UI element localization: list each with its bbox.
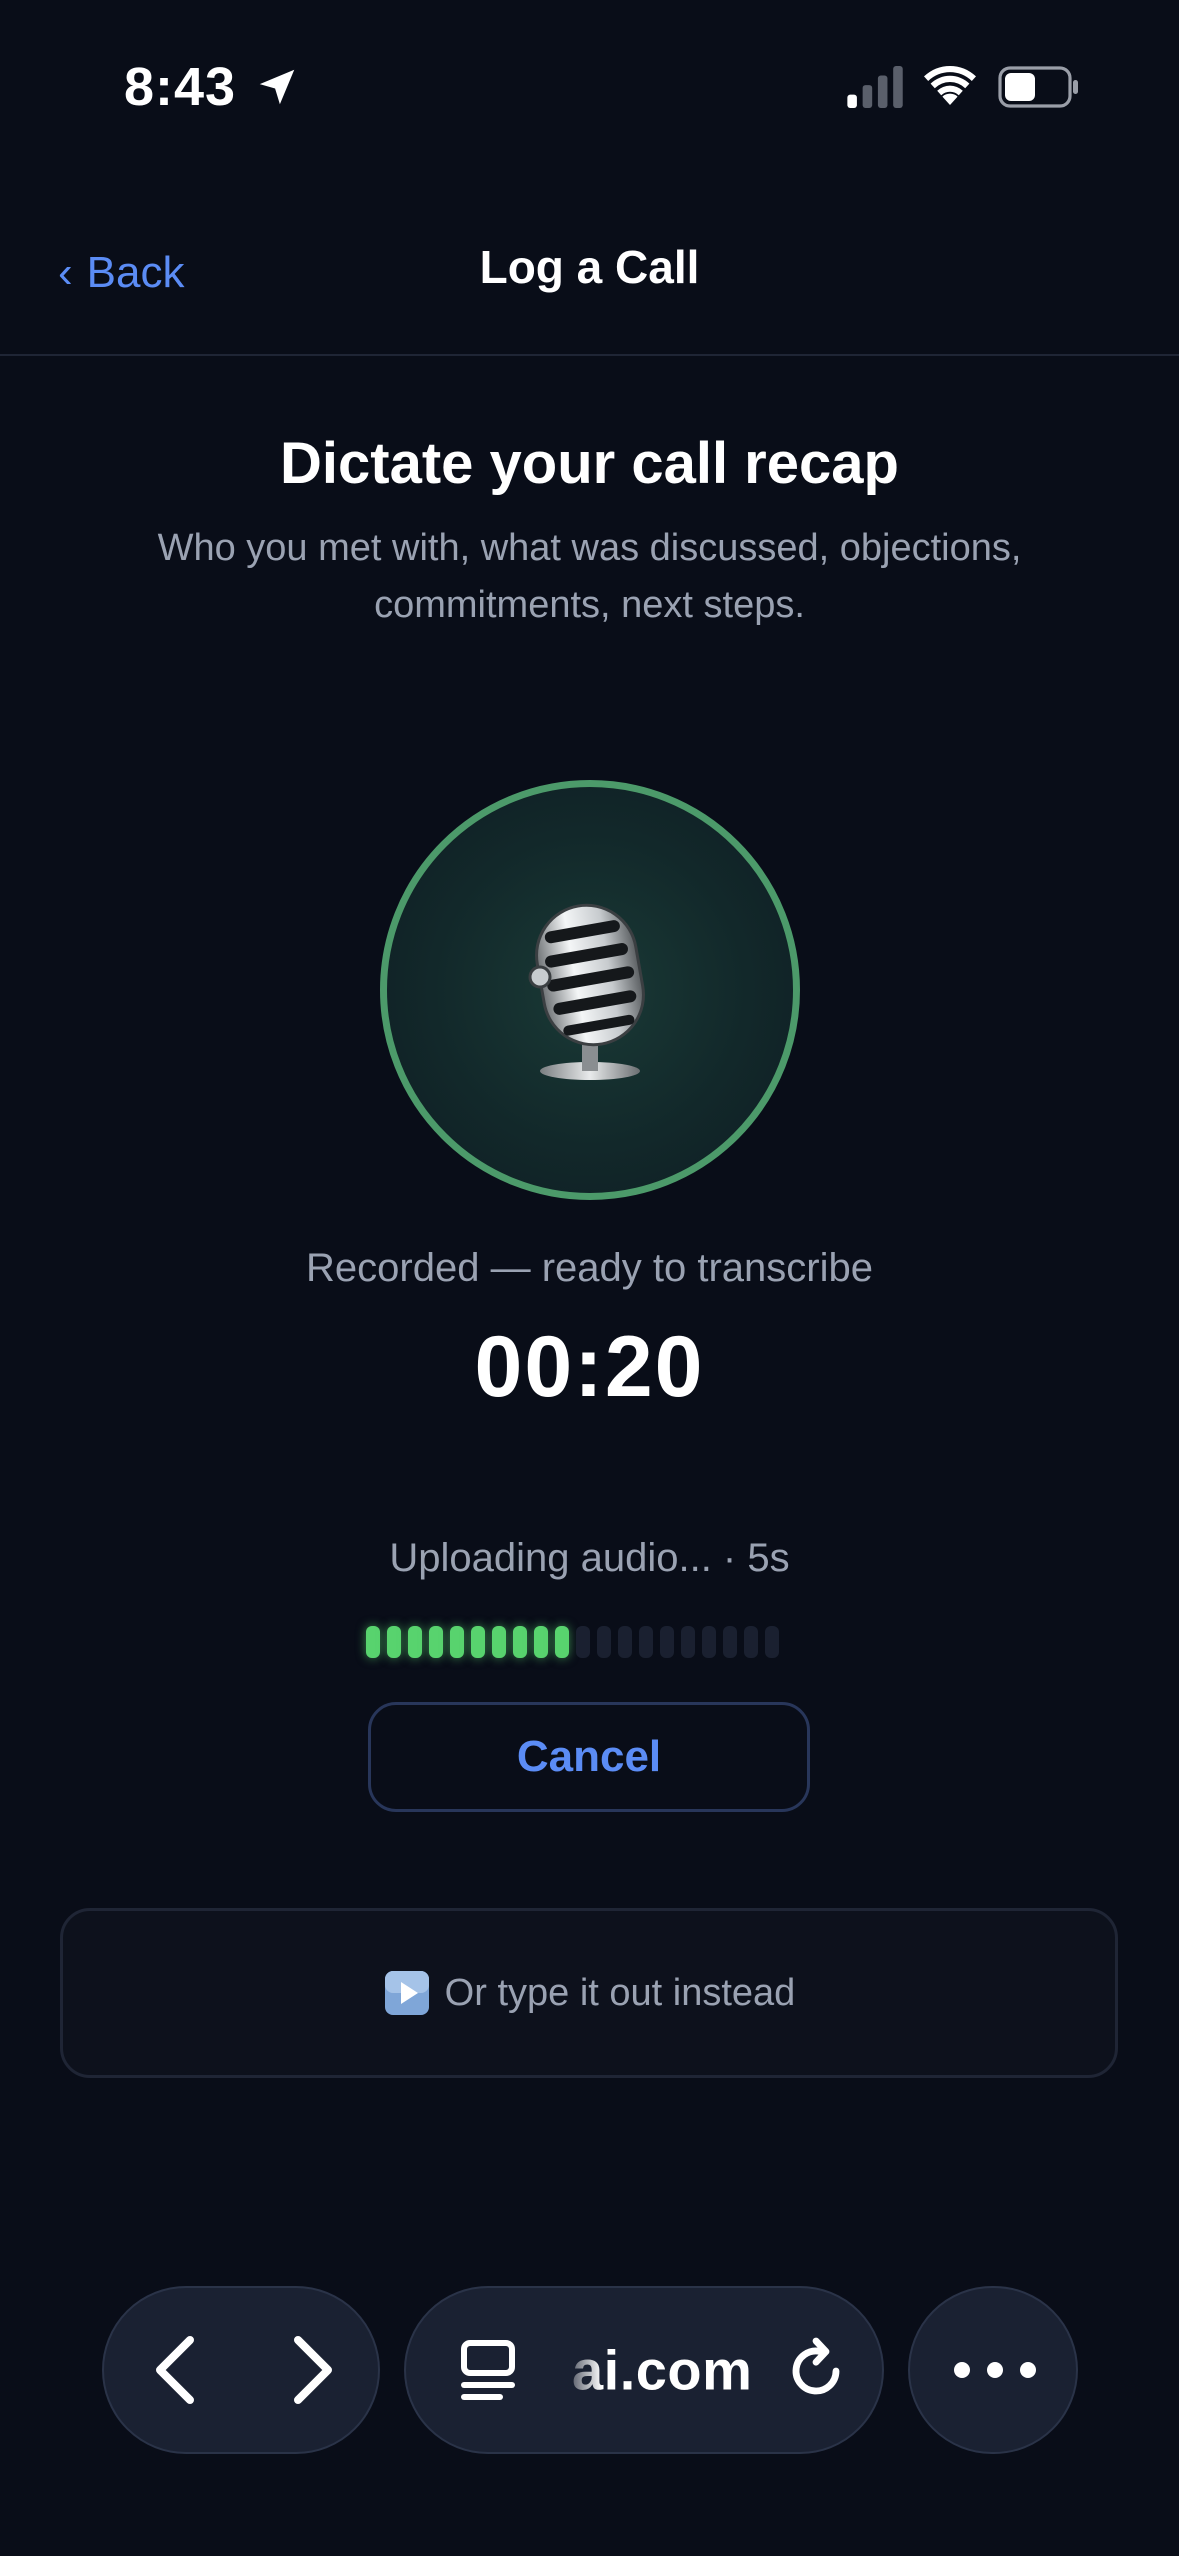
address-bar[interactable]: ai.com — [404, 2286, 884, 2454]
progress-segment — [450, 1626, 464, 1658]
page-title: Log a Call — [479, 241, 700, 293]
more-button[interactable] — [908, 2286, 1078, 2454]
recap-heading: Dictate your call recap — [280, 431, 899, 496]
status-time: 8:43 — [124, 57, 237, 117]
recording-duration: 00:20 — [474, 1319, 705, 1415]
forward-arrow-icon[interactable] — [286, 2332, 342, 2408]
progress-segment — [471, 1626, 485, 1658]
tabs-icon[interactable] — [456, 2335, 520, 2405]
play-button-icon — [384, 1971, 429, 2015]
record-status: Recorded — ready to transcribe — [306, 1246, 873, 1290]
progress-segment — [765, 1626, 779, 1658]
cellular-signal-icon — [847, 66, 903, 108]
progress-segment — [639, 1626, 653, 1658]
progress-segment — [597, 1626, 611, 1658]
progress-segment — [618, 1626, 632, 1658]
url-text: ai.com — [572, 2338, 753, 2402]
progress-segment — [702, 1626, 716, 1658]
progress-segment — [555, 1626, 569, 1658]
progress-segment — [492, 1626, 506, 1658]
type-instead-label: Or type it out instead — [444, 1971, 796, 2014]
cancel-button[interactable]: Cancel — [368, 1702, 810, 1812]
location-arrow-icon — [259, 69, 295, 105]
progress-segment — [576, 1626, 590, 1658]
type-instead-button[interactable]: Or type it out instead — [60, 1908, 1118, 2078]
browser-nav-pill — [102, 2286, 380, 2454]
progress-segment — [366, 1626, 380, 1658]
progress-segment — [681, 1626, 695, 1658]
progress-segment — [660, 1626, 674, 1658]
page: 8:43 ‹ Back Log a Call Dictate your call… — [0, 0, 1179, 2556]
recap-subheading: Who you met with, what was discussed, ob… — [157, 527, 1022, 626]
reload-icon[interactable] — [784, 2335, 850, 2405]
nav-bar: ‹ Back Log a Call — [0, 200, 1179, 356]
progress-segment — [408, 1626, 422, 1658]
status-bar: 8:43 — [0, 0, 1179, 150]
upload-status: Uploading audio... · 5s — [389, 1536, 790, 1580]
progress-segment — [429, 1626, 443, 1658]
progress-segment — [744, 1626, 758, 1658]
progress-segment — [387, 1626, 401, 1658]
more-icon — [954, 2362, 1036, 2378]
wifi-icon — [924, 65, 976, 105]
battery-icon — [998, 66, 1078, 108]
upload-progress-bar — [366, 1626, 812, 1660]
progress-segment — [534, 1626, 548, 1658]
record-button[interactable] — [380, 780, 800, 1200]
progress-segment — [723, 1626, 737, 1658]
progress-segment — [513, 1626, 527, 1658]
back-arrow-icon[interactable] — [146, 2332, 202, 2408]
microphone-icon — [528, 903, 645, 1080]
